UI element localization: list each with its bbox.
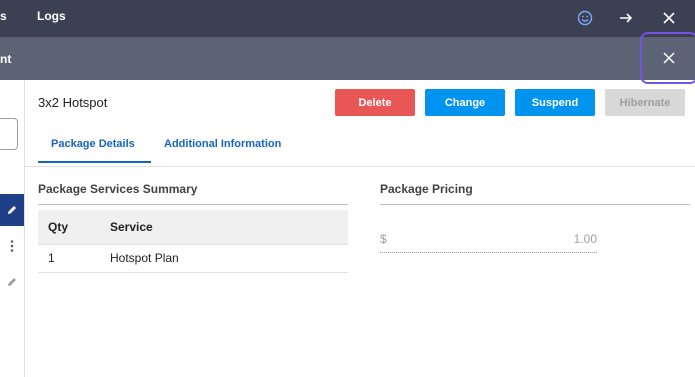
active-tab-indicator — [38, 161, 151, 163]
suspend-button[interactable]: Suspend — [515, 89, 595, 116]
table-row: 1 Hotspot Plan — [38, 245, 348, 273]
column-header-service: Service — [110, 220, 153, 234]
tab-package-details[interactable]: Package Details — [51, 138, 135, 150]
table-header: Qty Service — [38, 210, 348, 245]
close-icon — [663, 52, 675, 64]
delete-button[interactable]: Delete — [335, 89, 415, 116]
tab-additional-information[interactable]: Additional Information — [164, 138, 281, 150]
left-side-panel — [0, 80, 25, 377]
more-vert-icon[interactable] — [0, 234, 24, 258]
pencil-icon[interactable] — [0, 270, 24, 294]
price-field: $ 1.00 — [380, 226, 597, 253]
close-icon[interactable] — [658, 7, 680, 29]
search-input-partial[interactable] — [0, 118, 18, 150]
services-summary-title: Package Services Summary — [38, 182, 198, 196]
nav-item-partial[interactable]: s — [0, 9, 7, 23]
section-divider — [380, 204, 690, 205]
package-pricing-title: Package Pricing — [380, 182, 473, 196]
smiley-icon[interactable] — [574, 7, 596, 29]
nav-item-logs[interactable]: Logs — [37, 9, 66, 23]
row-qty: 1 — [48, 251, 55, 265]
pencil-icon — [8, 206, 16, 214]
hibernate-button[interactable]: Hibernate — [605, 89, 685, 116]
currency-symbol: $ — [380, 232, 387, 246]
panel-title-partial: nt — [0, 52, 12, 66]
panel-header: nt — [0, 37, 695, 80]
arrow-right-icon[interactable] — [615, 7, 637, 29]
selected-edit-button[interactable] — [0, 194, 24, 226]
column-header-qty: Qty — [48, 220, 69, 234]
panel-close-button[interactable] — [640, 32, 695, 84]
row-service: Hotspot Plan — [110, 251, 179, 265]
top-nav-bar: s Logs — [0, 0, 695, 37]
change-button[interactable]: Change — [425, 89, 505, 116]
package-name: 3x2 Hotspot — [38, 95, 108, 110]
section-divider — [38, 204, 348, 205]
price-amount: 1.00 — [573, 232, 597, 246]
